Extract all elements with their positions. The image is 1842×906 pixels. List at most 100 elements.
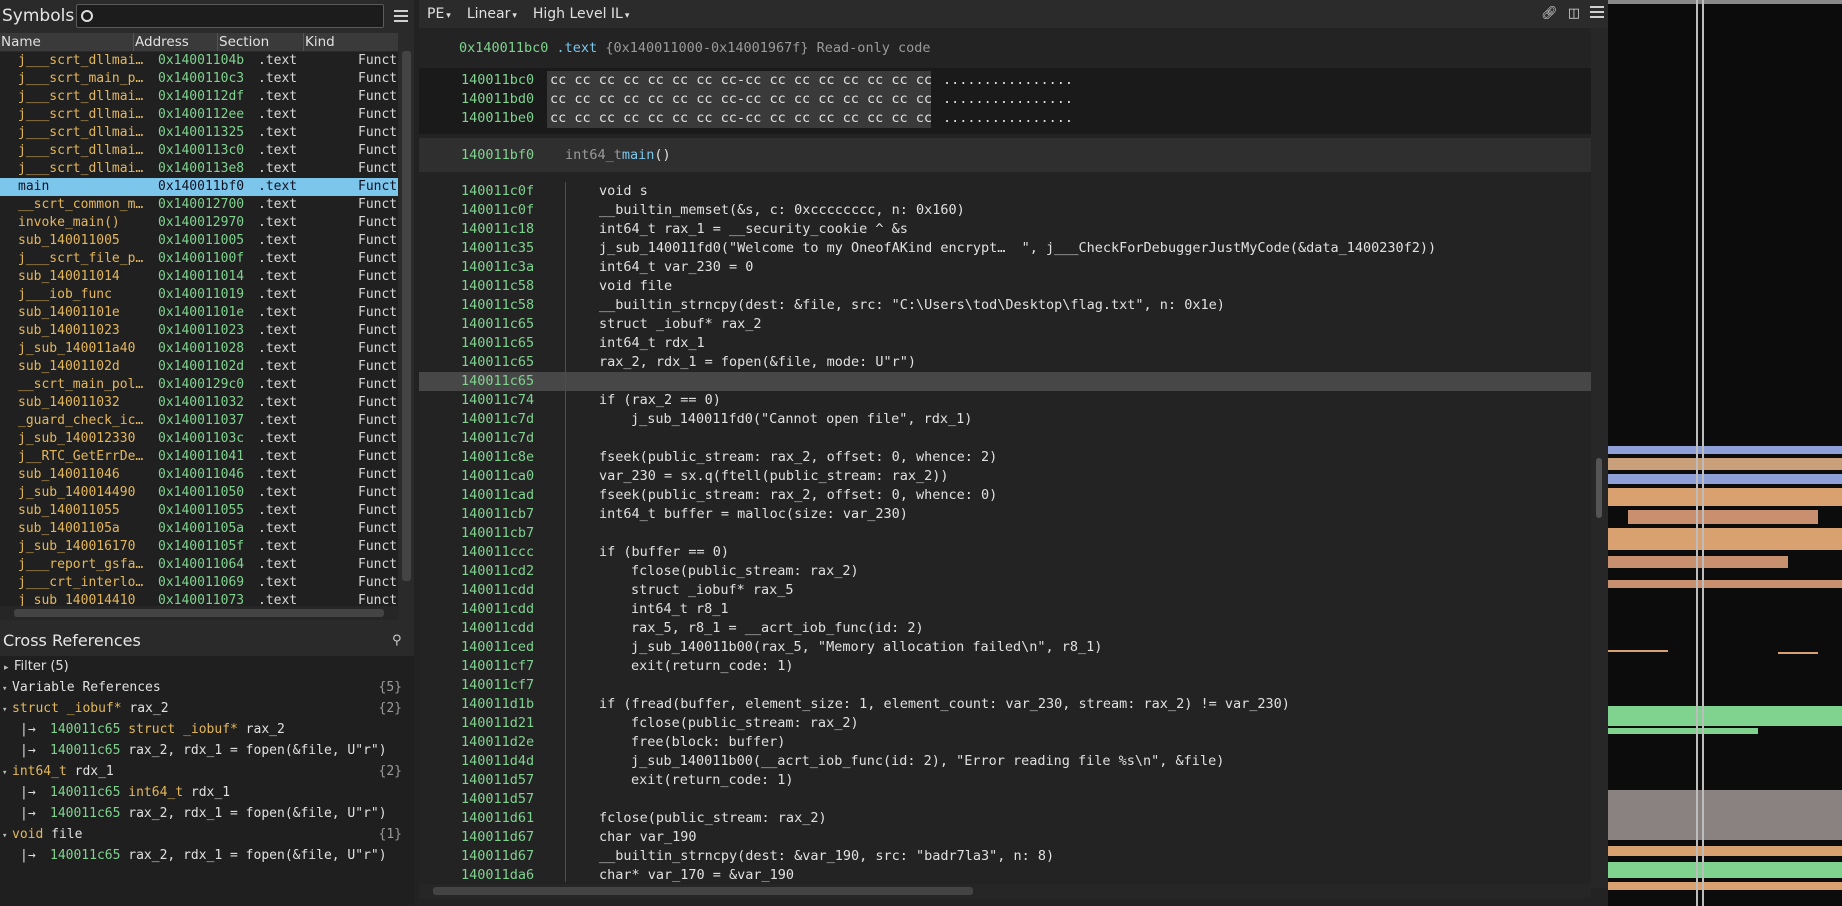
code-line[interactable]: 140011d67 __builtin_strncpy(dest: &var_19… <box>419 847 1591 866</box>
symbol-row[interactable]: sub_14001102d 0x14001102d .text Funct <box>0 358 398 376</box>
symbol-row[interactable]: j__RTC_GetErrDe… 0x140011041 .text Funct <box>0 448 398 466</box>
symbol-row[interactable]: sub_140011023 0x140011023 .text Funct <box>0 322 398 340</box>
symbol-row[interactable]: sub_140011046 0x140011046 .text Funct <box>0 466 398 484</box>
code-line[interactable]: 140011d2e free(block: buffer) <box>419 733 1591 752</box>
code-line[interactable]: 140011ced j_sub_140011b00(rax_5, "Memory … <box>419 638 1591 657</box>
code-line[interactable]: 140011c65 rax_2, rdx_1 = fopen(&file, mod… <box>419 353 1591 372</box>
hex-line[interactable]: 140011bc0 cc cc cc cc cc cc cc cc-cc cc c… <box>419 71 1591 90</box>
code-line[interactable]: 140011c7d <box>419 429 1591 448</box>
symbol-vertical-scrollbar[interactable] <box>399 33 414 606</box>
symbol-row[interactable]: j___iob_func 0x140011019 .text Funct <box>0 286 398 304</box>
symbol-row[interactable]: invoke_main() 0x140012970 .text Funct <box>0 214 398 232</box>
xref-entry[interactable]: |→ 140011c65 rax_2, rdx_1 = fopen(&file, … <box>0 803 414 824</box>
symbol-row[interactable]: j___scrt_dllmai… 0x1400112df .text Funct <box>0 88 398 106</box>
code-line[interactable]: 140011cdd rax_5, r8_1 = __acrt_iob_func(i… <box>419 619 1591 638</box>
symbol-row[interactable]: j_sub_140014410 0x140011073 .text Funct <box>0 592 398 606</box>
code-line[interactable]: 140011c58 __builtin_strncpy(dest: &file, … <box>419 296 1591 315</box>
symbol-row[interactable]: j___scrt_dllmai… 0x1400113e8 .text Funct <box>0 160 398 178</box>
symbol-row[interactable]: j___scrt_dllmai… 0x140011325 .text Funct <box>0 124 398 142</box>
xref-variable[interactable]: ▾ struct _iobuf* rax_2 {2} <box>0 698 414 719</box>
code-line[interactable]: 140011c58 void file <box>419 277 1591 296</box>
symbol-row[interactable]: __scrt_common_m… 0x140012700 .text Funct <box>0 196 398 214</box>
symbol-row[interactable]: j___scrt_dllmai… 0x1400112ee .text Funct <box>0 106 398 124</box>
code-line[interactable]: 140011cb7 <box>419 524 1591 543</box>
search-input[interactable] <box>93 6 383 26</box>
code-line[interactable]: 140011c0f void s <box>419 182 1591 201</box>
feature-map[interactable] <box>1608 0 1842 906</box>
xref-entry[interactable]: |→ 140011c65 rax_2, rdx_1 = fopen(&file, … <box>0 845 414 866</box>
link-icon[interactable]: 🔗︎ <box>1541 6 1558 21</box>
symbol-row[interactable]: j___scrt_file_p… 0x14001100f .text Funct <box>0 250 398 268</box>
code-line[interactable]: 140011c18 int64_t rax_1 = __security_cook… <box>419 220 1591 239</box>
xref-entry[interactable]: |→ 140011c65 struct _iobuf* rax_2 <box>0 719 414 740</box>
xref-entry[interactable]: |→ 140011c65 rax_2, rdx_1 = fopen(&file, … <box>0 740 414 761</box>
code-line[interactable]: 140011c0f __builtin_memset(&s, c: 0xccccc… <box>419 201 1591 220</box>
symbol-row[interactable]: __scrt_main_pol… 0x1400129c0 .text Funct <box>0 376 398 394</box>
pin-icon[interactable]: ⚲ <box>392 634 406 648</box>
code-line[interactable]: 140011d1b if (fread(buffer, element_size:… <box>419 695 1591 714</box>
code-line[interactable]: 140011d57 <box>419 790 1591 809</box>
col-section[interactable]: Section <box>218 33 304 51</box>
code-line[interactable]: 140011c8e fseek(public_stream: rax_2, off… <box>419 448 1591 467</box>
function-name[interactable]: main <box>622 138 655 172</box>
code-vertical-scrollbar[interactable] <box>1591 28 1608 888</box>
code-line[interactable]: 140011d61 fclose(public_stream: rax_2) <box>419 809 1591 828</box>
menu-icon[interactable] <box>394 10 408 22</box>
xref-variable[interactable]: ▾ void file {1} <box>0 824 414 845</box>
view-mode-dropdown[interactable]: Linear ▾ <box>467 6 517 22</box>
code-horizontal-scrollbar[interactable] <box>419 884 1591 898</box>
code-line[interactable]: 140011cdd struct _iobuf* rax_5 <box>419 581 1591 600</box>
col-kind[interactable]: Kind <box>304 33 398 51</box>
code-line[interactable]: 140011c35 j_sub_140011fd0("Welcome to my … <box>419 239 1591 258</box>
code-line[interactable]: 140011c74 if (rax_2 == 0) <box>419 391 1591 410</box>
symbol-row[interactable]: j_sub_140014490 0x140011050 .text Funct <box>0 484 398 502</box>
xref-group[interactable]: ▾ Variable References {5} <box>0 677 414 698</box>
symbol-row[interactable]: j_sub_140012330 0x14001103c .text Funct <box>0 430 398 448</box>
xref-variable[interactable]: ▾ int64_t rdx_1 {2} <box>0 761 414 782</box>
symbol-row[interactable]: sub_14001101e 0x14001101e .text Funct <box>0 304 398 322</box>
code-line[interactable]: 140011cf7 <box>419 676 1591 695</box>
symbol-row[interactable]: sub_140011005 0x140011005 .text Funct <box>0 232 398 250</box>
code-line[interactable]: 140011c3a int64_t var_230 = 0 <box>419 258 1591 277</box>
symbol-row[interactable]: j___scrt_main_p… 0x1400110c3 .text Funct <box>0 70 398 88</box>
symbol-row[interactable]: sub_14001105a 0x14001105a .text Funct <box>0 520 398 538</box>
code-line[interactable]: 140011ccc if (buffer == 0) <box>419 543 1591 562</box>
symbol-row[interactable]: j___crt_interlo… 0x140011069 .text Funct <box>0 574 398 592</box>
section-address[interactable]: 0x140011bc0 <box>459 40 548 56</box>
code-line[interactable]: 140011d21 fclose(public_stream: rax_2) <box>419 714 1591 733</box>
symbol-row[interactable]: main 0x140011bf0 .text Funct <box>0 178 398 196</box>
symbol-search-box[interactable] <box>76 4 384 28</box>
code-line[interactable]: 140011c7d j_sub_140011fd0("Cannot open fi… <box>419 410 1591 429</box>
split-icon[interactable]: ◫ <box>1568 6 1580 21</box>
symbol-row[interactable]: sub_140011032 0x140011032 .text Funct <box>0 394 398 412</box>
function-address[interactable]: 140011bf0 <box>419 138 565 172</box>
code-line[interactable]: 140011cdd int64_t r8_1 <box>419 600 1591 619</box>
col-address[interactable]: Address <box>134 33 218 51</box>
code-line[interactable]: 140011ca0 var_230 = sx.q(ftell(public_str… <box>419 467 1591 486</box>
col-name[interactable]: Name <box>0 33 134 51</box>
symbol-row[interactable]: j_sub_140016170 0x14001105f .text Funct <box>0 538 398 556</box>
hex-line[interactable]: 140011be0 cc cc cc cc cc cc cc cc-cc cc c… <box>419 109 1591 128</box>
symbol-row[interactable]: sub_140011055 0x140011055 .text Funct <box>0 502 398 520</box>
symbol-row[interactable]: j___scrt_dllmai… 0x1400113c0 .text Funct <box>0 142 398 160</box>
code-line[interactable]: 140011da6 char* var_170 = &var_190 <box>419 866 1591 882</box>
code-line[interactable]: 140011cd2 fclose(public_stream: rax_2) <box>419 562 1591 581</box>
pe-dropdown[interactable]: PE ▾ <box>427 6 451 22</box>
code-line[interactable]: 140011cf7 exit(return_code: 1) <box>419 657 1591 676</box>
code-line[interactable]: 140011c65 int64_t rdx_1 <box>419 334 1591 353</box>
code-line[interactable]: 140011d57 exit(return_code: 1) <box>419 771 1591 790</box>
xref-entry[interactable]: |→ 140011c65 int64_t rdx_1 <box>0 782 414 803</box>
code-line[interactable]: 140011d67 char var_190 <box>419 828 1591 847</box>
symbol-row[interactable]: j___report_gsfa… 0x140011064 .text Funct <box>0 556 398 574</box>
code-line[interactable]: 140011c65 struct _iobuf* rax_2 <box>419 315 1591 334</box>
code-line[interactable]: 140011d4d j_sub_140011b00(__acrt_iob_func… <box>419 752 1591 771</box>
code-line[interactable]: 140011c65 <box>419 372 1591 391</box>
menu-icon[interactable] <box>1590 6 1604 21</box>
xref-filter[interactable]: ▸ Filter (5) <box>0 656 414 677</box>
hex-line[interactable]: 140011bd0 cc cc cc cc cc cc cc cc-cc cc c… <box>419 90 1591 109</box>
hlil-code[interactable]: 140011c0f void s 140011c0f __builtin_memset… <box>419 182 1591 882</box>
symbol-horizontal-scrollbar[interactable] <box>0 606 399 620</box>
symbol-row[interactable]: sub_140011014 0x140011014 .text Funct <box>0 268 398 286</box>
symbol-row[interactable]: j___scrt_dllmai… 0x14001104b .text Funct <box>0 52 398 70</box>
symbol-row[interactable]: j_sub_140011a40 0x140011028 .text Funct <box>0 340 398 358</box>
